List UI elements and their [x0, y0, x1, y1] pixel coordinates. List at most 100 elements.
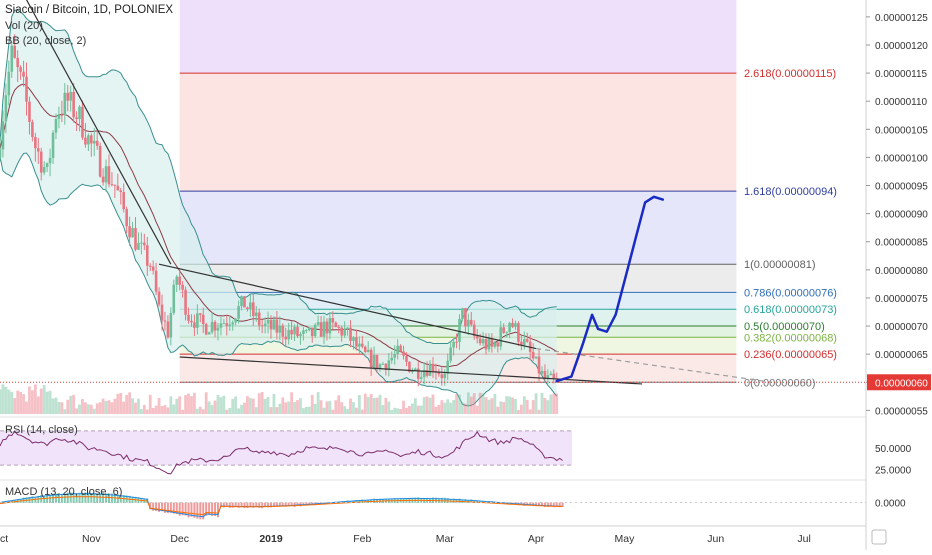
volume-bar [251, 398, 255, 414]
candle-body [449, 347, 452, 361]
candle-body [455, 341, 458, 343]
candle-body [254, 312, 258, 317]
volume-bar [154, 405, 158, 414]
volume-bar [313, 403, 317, 414]
candle-body [237, 306, 240, 319]
volume-bar [555, 393, 559, 414]
volume-bar [422, 397, 426, 414]
volume-bar [137, 398, 140, 414]
price-tick-label: 0.00000105 [875, 125, 928, 136]
candle-body [4, 95, 8, 122]
candle-body [131, 228, 134, 238]
volume-bar [552, 393, 556, 414]
volume-bar [72, 394, 76, 414]
candle-body [511, 322, 514, 328]
volume-bar [57, 401, 61, 414]
volume-bar [455, 394, 458, 414]
candle-body [42, 167, 46, 173]
candle-body [525, 339, 529, 342]
volume-bar [372, 397, 376, 414]
volume-bar [219, 397, 223, 414]
candle-body [372, 355, 376, 368]
volume-bar [246, 396, 249, 414]
candle-body [51, 132, 55, 159]
macd-histogram-bar [228, 502, 231, 508]
candle-body [34, 137, 37, 149]
candle-body [110, 184, 114, 186]
chart-title: Siacoin / Bitcoin, 1D, POLONIEX [5, 4, 174, 16]
volume-bar [478, 392, 482, 414]
candle-body [440, 374, 444, 379]
volume-bar [210, 405, 214, 414]
candle-body [269, 319, 273, 330]
volume-bar [369, 393, 373, 414]
candle-body [352, 337, 355, 341]
candle-body [508, 322, 511, 332]
candle-body [249, 302, 252, 310]
candle-body [145, 245, 149, 266]
volume-bar [51, 398, 55, 414]
time-tick-label: May [615, 533, 636, 545]
volume-bar [378, 394, 382, 414]
volume-bar [107, 400, 111, 414]
volume-bar [322, 407, 326, 414]
price-tick-label: 0.00000120 [875, 41, 928, 52]
volume-bar [475, 405, 479, 414]
volume-bar [525, 399, 529, 414]
price-tick-label: 0.00000080 [875, 266, 928, 277]
candle-body [363, 346, 367, 353]
candle-body [334, 322, 338, 327]
volume-bar [204, 392, 208, 414]
candle-body [154, 270, 158, 292]
candle-body [201, 314, 205, 325]
candle-body [319, 322, 323, 337]
price-tick-label: 0.00000085 [875, 238, 928, 249]
candle-body [313, 324, 317, 337]
volume-bar [307, 406, 311, 414]
volume-bar [25, 401, 28, 414]
volume-bar [22, 394, 25, 414]
candle-body [257, 312, 261, 326]
volume-bar [178, 396, 182, 414]
price-tick-label: 0.00000055 [875, 406, 928, 417]
volume-bar [131, 398, 134, 414]
volume-bar [198, 406, 202, 414]
candle-body [340, 327, 343, 336]
candle-body [92, 140, 96, 144]
candle-body [240, 296, 243, 307]
candle-body [399, 345, 402, 352]
candle-body [310, 327, 314, 337]
candle-body [263, 323, 267, 327]
volume-bar [310, 394, 314, 414]
volume-bar [28, 386, 31, 414]
volume-bar [166, 407, 170, 414]
price-tick-label: 0.00000065 [875, 350, 928, 361]
candle-body [122, 192, 126, 210]
volume-bar [328, 400, 332, 414]
price-tick-label: 0.00000090 [875, 210, 928, 221]
fib-level-label: 0.786(0.00000076) [744, 287, 837, 299]
candle-body [534, 356, 538, 359]
candle-body [60, 114, 64, 116]
candle-body [272, 319, 276, 330]
volume-bar [487, 399, 491, 414]
macd-signal-line [0, 496, 563, 516]
volume-bar [360, 409, 364, 414]
candle-body [22, 71, 25, 77]
volume-bar [190, 396, 193, 414]
candle-body [458, 318, 461, 342]
volume-bar [4, 386, 8, 414]
candle-body [72, 91, 75, 118]
volume-bar [469, 396, 473, 414]
candle-body [157, 291, 161, 305]
volume-bar [42, 385, 46, 414]
volume-bar [75, 408, 78, 414]
time-tick-label: Oct [0, 533, 8, 545]
volume-bar [184, 395, 187, 414]
volume-bar [260, 392, 264, 414]
volume-bar [296, 400, 299, 414]
volume-bar [98, 402, 102, 414]
candle-body [467, 319, 470, 327]
volume-bar [172, 404, 176, 414]
candle-body [531, 351, 535, 359]
